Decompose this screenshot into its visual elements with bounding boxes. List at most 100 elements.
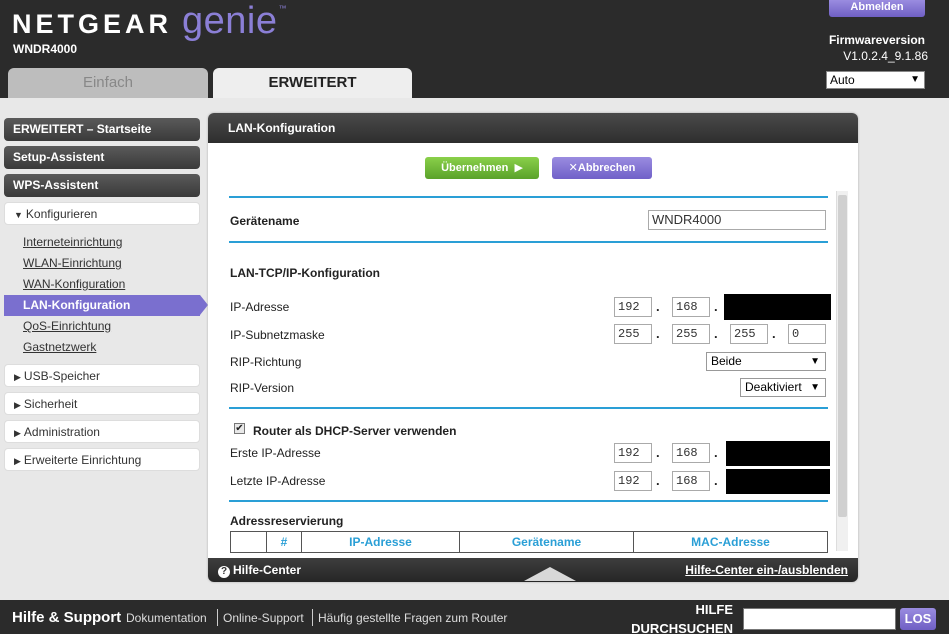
- search-help-label-line2: DURCHSUCHEN: [631, 621, 733, 634]
- dot-separator: .: [772, 326, 776, 341]
- router-model: WNDR4000: [13, 42, 78, 56]
- tab-advanced[interactable]: ERWEITERT: [213, 68, 412, 98]
- sidebar-item-wlan-setup[interactable]: WLAN-Einrichtung: [4, 253, 200, 274]
- address-reservation-title: Adressreservierung: [230, 514, 344, 528]
- lan-tcpip-title: LAN-TCP/IP-Konfiguration: [230, 266, 380, 280]
- help-support-bar: Hilfe & Support Dokumentation Online-Sup…: [0, 600, 949, 634]
- help-search-input[interactable]: [743, 608, 896, 630]
- sidebar-item-internet-setup[interactable]: Interneteinrichtung: [4, 232, 200, 253]
- sidebar-section-configure[interactable]: ▼ Konfigurieren: [4, 202, 200, 225]
- triangle-right-icon: ▶: [14, 428, 21, 438]
- rip-direction-select[interactable]: Beide ▼: [706, 352, 826, 371]
- triangle-down-icon: ▼: [14, 210, 23, 220]
- configure-submenu: Interneteinrichtung WLAN-Einrichtung WAN…: [4, 230, 208, 364]
- documentation-link[interactable]: Dokumentation: [126, 611, 207, 625]
- help-center-label: Hilfe-Center: [233, 563, 302, 577]
- lan-config-panel: LAN-Konfiguration Übernehmen ▶ ✕Abbreche…: [208, 113, 858, 582]
- device-name-label: Gerätename: [230, 214, 300, 228]
- redacted-ip-block: [724, 294, 831, 320]
- dot-separator: .: [656, 299, 660, 314]
- firmware-version: V1.0.2.4_9.1.86: [843, 49, 928, 63]
- ip-octet-2[interactable]: 168: [672, 297, 710, 317]
- help-support-title: Hilfe & Support: [12, 609, 122, 626]
- dhcp-checkbox[interactable]: ✔: [234, 423, 245, 434]
- sidebar-item-qos-setup[interactable]: QoS-Einrichtung: [4, 316, 200, 337]
- sidebar-item-wps-wizard[interactable]: WPS-Assistent: [4, 174, 200, 197]
- subnet-octet-3[interactable]: 255: [730, 324, 768, 344]
- sidebar-item-wan-config[interactable]: WAN-Konfiguration: [4, 274, 200, 295]
- apply-button-label: Übernehmen: [441, 162, 509, 174]
- sidebar-item-advanced-home[interactable]: ERWEITERT – Startseite: [4, 118, 200, 141]
- column-header-mac: MAC-Adresse: [633, 531, 828, 553]
- divider: [229, 241, 828, 243]
- panel-footer: ? Hilfe-Center Hilfe-Center ein-/ausblend…: [208, 558, 858, 582]
- dropdown-arrow-icon: ▼: [810, 356, 820, 367]
- sidebar-item-setup-wizard[interactable]: Setup-Assistent: [4, 146, 200, 169]
- logo-genie-text: genie: [182, 0, 278, 42]
- scrollbar-thumb[interactable]: [838, 195, 847, 517]
- sidebar-section-administration[interactable]: ▶ Administration: [4, 420, 200, 443]
- collapse-arrow-icon[interactable]: [524, 567, 576, 581]
- dot-separator: .: [714, 299, 718, 314]
- last-ip-octet-1[interactable]: 192: [614, 471, 652, 491]
- faq-link[interactable]: Häufig gestellte Fragen zum Router: [318, 611, 507, 625]
- sidebar-item-lan-config[interactable]: LAN-Konfiguration: [4, 295, 208, 316]
- divider: [229, 500, 828, 502]
- tab-basic[interactable]: Einfach: [8, 68, 208, 98]
- device-name-input[interactable]: WNDR4000: [648, 210, 826, 230]
- dot-separator: .: [656, 326, 660, 341]
- rip-direction-label: RIP-Richtung: [230, 355, 302, 369]
- dropdown-arrow-icon: ▼: [810, 382, 820, 393]
- rip-direction-value: Beide: [711, 354, 742, 368]
- ip-address-label: IP-Adresse: [230, 300, 290, 314]
- sidebar-section-usb-storage[interactable]: ▶ USB-Speicher: [4, 364, 200, 387]
- column-header-ip: IP-Adresse: [301, 531, 460, 553]
- link-separator: [217, 609, 218, 626]
- language-select-value: Auto: [830, 73, 855, 87]
- column-header-select: [230, 531, 267, 553]
- subnet-mask-label: IP-Subnetzmaske: [230, 328, 325, 342]
- cancel-button-label: Abbrechen: [577, 162, 636, 174]
- rip-version-select[interactable]: Deaktiviert ▼: [740, 378, 826, 397]
- play-arrow-icon: ▶: [511, 162, 523, 174]
- triangle-right-icon: ▶: [14, 400, 21, 410]
- rip-version-value: Deaktiviert: [745, 380, 802, 394]
- sidebar-section-administration-label: Administration: [23, 425, 100, 439]
- subnet-octet-2[interactable]: 255: [672, 324, 710, 344]
- search-help-label: HILFE DURCHSUCHEN: [631, 602, 733, 634]
- column-header-device-name: Gerätename: [459, 531, 634, 553]
- subnet-octet-4[interactable]: 0: [788, 324, 826, 344]
- sidebar-section-security-label: Sicherheit: [23, 397, 78, 411]
- sidebar-section-security[interactable]: ▶ Sicherheit: [4, 392, 200, 415]
- sidebar-section-usb-label: USB-Speicher: [23, 369, 100, 383]
- sidebar-section-advanced-setup[interactable]: ▶ Erweiterte Einrichtung: [4, 448, 200, 471]
- netgear-genie-logo: NETGEAR genie ™: [12, 0, 287, 42]
- subnet-octet-1[interactable]: 255: [614, 324, 652, 344]
- panel-title: LAN-Konfiguration: [208, 113, 858, 143]
- logo-trademark: ™: [278, 4, 287, 13]
- dropdown-arrow-icon: ▼: [910, 74, 920, 85]
- help-center-link[interactable]: ? Hilfe-Center: [218, 558, 301, 582]
- last-ip-label: Letzte IP-Adresse: [230, 474, 326, 488]
- cancel-button[interactable]: ✕Abbrechen: [552, 157, 652, 179]
- scrollbar[interactable]: [836, 191, 848, 551]
- online-support-link[interactable]: Online-Support: [223, 611, 304, 625]
- dot-separator: .: [714, 473, 718, 488]
- sidebar-item-guest-network[interactable]: Gastnetzwerk: [4, 337, 200, 358]
- firmware-label: Firmwareversion: [828, 33, 925, 47]
- apply-button[interactable]: Übernehmen ▶: [425, 157, 539, 179]
- first-ip-octet-1[interactable]: 192: [614, 443, 652, 463]
- first-ip-octet-2[interactable]: 168: [672, 443, 710, 463]
- reservation-table: # IP-Adresse Gerätename MAC-Adresse: [230, 531, 828, 553]
- help-search-button[interactable]: LOS: [900, 608, 936, 630]
- dhcp-label: Router als DHCP-Server verwenden: [253, 424, 457, 438]
- ip-octet-1[interactable]: 192: [614, 297, 652, 317]
- divider: [229, 407, 828, 409]
- dot-separator: .: [656, 473, 660, 488]
- logout-button[interactable]: Abmelden: [829, 0, 925, 17]
- triangle-right-icon: ▶: [14, 372, 21, 382]
- language-select[interactable]: Auto ▼: [826, 71, 925, 89]
- toggle-help-center-link[interactable]: Hilfe-Center ein-/ausblenden: [685, 558, 848, 582]
- last-ip-octet-2[interactable]: 168: [672, 471, 710, 491]
- redacted-ip-block: [726, 441, 830, 466]
